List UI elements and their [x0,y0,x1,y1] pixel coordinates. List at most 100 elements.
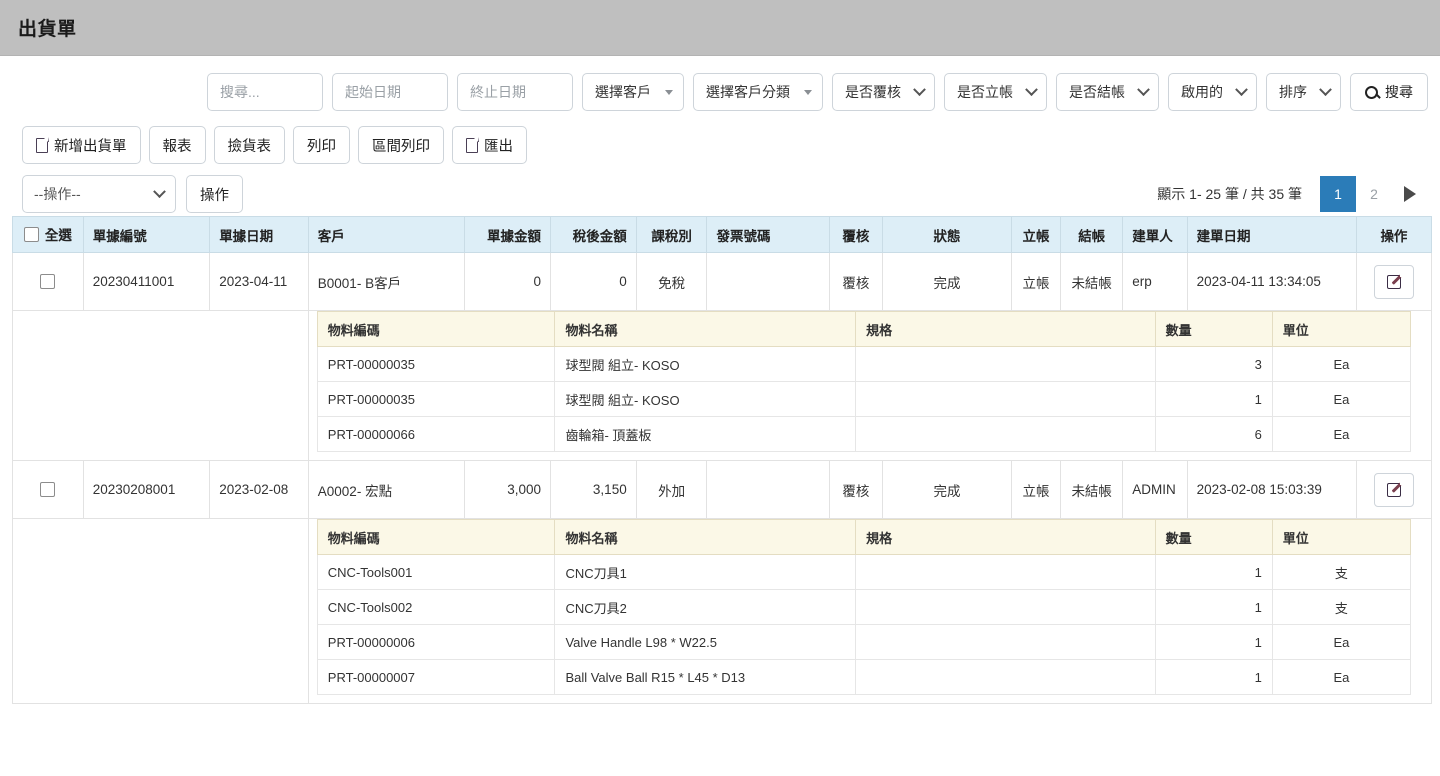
col-status[interactable]: 狀態 [883,217,1012,253]
detail-cell-material-name: CNC刀具2 [555,590,856,625]
cell-doc-date: 2023-02-08 [210,461,309,519]
detail-table-row: PRT-00000035球型閥 組立- KOSO3Ea [317,347,1410,382]
caret-down-icon [665,90,673,95]
detail-cell-material-code: CNC-Tools002 [317,590,555,625]
cell-settlement: 未結帳 [1061,461,1123,519]
detail-col-spec: 規格 [856,520,1156,555]
review-filter-label: 是否覆核 [845,82,901,102]
detail-cell-quantity: 3 [1155,347,1272,382]
table-header-row: 全選 單據編號 單據日期 客戶 單據金額 稅後金額 課稅別 發票號碼 覆核 狀態… [13,217,1432,253]
detail-cell-material-name: CNC刀具1 [555,555,856,590]
cell-status: 完成 [883,253,1012,311]
table-row[interactable]: 202302080012023-02-08A0002- 宏點3,0003,150… [13,461,1432,519]
cell-after-tax-amount: 3,150 [550,461,636,519]
cell-doc-no[interactable]: 20230411001 [83,253,209,311]
detail-col-quantity: 數量 [1155,520,1272,555]
row-select-checkbox[interactable] [40,482,55,497]
col-invoice-no[interactable]: 發票號碼 [707,217,829,253]
print-button[interactable]: 列印 [293,126,350,164]
row-select-checkbox[interactable] [40,274,55,289]
detail-table-row: PRT-00000066齒輪箱- 頂蓋板6Ea [317,417,1410,452]
sort-select[interactable]: 排序 [1266,73,1341,111]
operation-button[interactable]: 操作 [186,175,243,213]
col-doc-date[interactable]: 單據日期 [210,217,309,253]
cell-doc-no[interactable]: 20230208001 [83,461,209,519]
edit-row-button[interactable] [1374,265,1414,299]
detail-table-row: PRT-00000006Valve Handle L98 * W22.51Ea [317,625,1410,660]
search-input[interactable]: 搜尋... [207,73,323,111]
export-label: 匯出 [484,135,513,156]
shipment-table: 全選 單據編號 單據日期 客戶 單據金額 稅後金額 課稅別 發票號碼 覆核 狀態… [12,216,1432,704]
pagination-page-1[interactable]: 1 [1320,176,1356,212]
end-date-placeholder: 終止日期 [470,82,526,102]
cell-ledger: 立帳 [1011,461,1060,519]
customer-select-label: 選擇客戶 [595,82,651,102]
chevron-down-icon [1235,83,1248,96]
col-doc-amount[interactable]: 單據金額 [465,217,551,253]
export-button[interactable]: 匯出 [452,126,527,164]
customer-category-select[interactable]: 選擇客戶分類 [693,73,823,111]
detail-cell-spec [856,625,1156,660]
detail-cell-unit: Ea [1272,660,1410,695]
caret-down-icon [804,90,812,95]
detail-table-row: PRT-00000035球型閥 組立- KOSO1Ea [317,382,1410,417]
detail-col-material-name: 物料名稱 [555,520,856,555]
page-titlebar: 出貨單 [0,0,1440,56]
cell-invoice-no [707,253,829,311]
pagination-page-2[interactable]: 2 [1356,176,1392,212]
shipment-table-head: 全選 單據編號 單據日期 客戶 單據金額 稅後金額 課稅別 發票號碼 覆核 狀態… [13,217,1432,253]
document-icon [36,138,48,153]
detail-col-quantity: 數量 [1155,312,1272,347]
col-ledger[interactable]: 立帳 [1011,217,1060,253]
start-date-input[interactable]: 起始日期 [332,73,448,111]
detail-cell-quantity: 1 [1155,382,1272,417]
start-date-placeholder: 起始日期 [345,82,401,102]
new-shipment-button[interactable]: 新增出貨單 [22,126,141,164]
search-input-placeholder: 搜尋... [220,82,260,102]
col-settlement[interactable]: 結帳 [1061,217,1123,253]
col-create-date[interactable]: 建單日期 [1187,217,1356,253]
operation-select[interactable]: --操作-- [22,175,176,213]
picking-list-button[interactable]: 撿貨表 [214,126,286,164]
settlement-filter-select[interactable]: 是否結帳 [1056,73,1159,111]
col-creator[interactable]: 建單人 [1123,217,1187,253]
table-row[interactable]: 202304110012023-04-11B0001- B客戶00免稅覆核完成立… [13,253,1432,311]
cell-creator: erp [1123,253,1187,311]
col-select-all-label: 全選 [45,224,72,244]
range-print-label: 區間列印 [372,135,430,156]
detail-cell-spec [856,555,1156,590]
col-review[interactable]: 覆核 [829,217,883,253]
col-tax-type[interactable]: 課稅別 [636,217,707,253]
detail-cell-spec [856,660,1156,695]
detail-cell-quantity: 1 [1155,660,1272,695]
cell-status: 完成 [883,461,1012,519]
cell-creator: ADMIN [1123,461,1187,519]
ledger-filter-select[interactable]: 是否立帳 [944,73,1047,111]
col-after-tax-amount[interactable]: 稅後金額 [550,217,636,253]
enabled-filter-select[interactable]: 啟用的 [1168,73,1257,111]
pagination-next-button[interactable] [1392,176,1428,212]
shipment-table-container: 全選 單據編號 單據日期 客戶 單據金額 稅後金額 課稅別 發票號碼 覆核 狀態… [0,216,1440,704]
customer-select[interactable]: 選擇客戶 [582,73,684,111]
report-label: 報表 [163,135,192,156]
range-print-button[interactable]: 區間列印 [358,126,444,164]
operation-button-label: 操作 [200,184,229,205]
sort-select-label: 排序 [1279,82,1307,102]
search-button[interactable]: 搜尋 [1350,73,1428,111]
next-arrow-icon [1404,186,1416,202]
select-all-checkbox[interactable] [24,227,39,242]
detail-row: 物料編碼物料名稱規格數量單位PRT-00000035球型閥 組立- KOSO3E… [13,311,1432,461]
detail-table: 物料編碼物料名稱規格數量單位CNC-Tools001CNC刀具11支CNC-To… [317,519,1411,695]
detail-cell-material-code: PRT-00000035 [317,347,555,382]
col-doc-no[interactable]: 單據編號 [83,217,209,253]
edit-row-button[interactable] [1374,473,1414,507]
detail-cell-unit: Ea [1272,382,1410,417]
detail-spacer-cell [13,311,309,461]
report-button[interactable]: 報表 [149,126,206,164]
detail-col-spec: 規格 [856,312,1156,347]
detail-cell: 物料編碼物料名稱規格數量單位PRT-00000035球型閥 組立- KOSO3E… [308,311,1431,461]
end-date-input[interactable]: 終止日期 [457,73,573,111]
review-filter-select[interactable]: 是否覆核 [832,73,935,111]
pagination: 顯示 1- 25 筆 / 共 35 筆 1 2 [1157,176,1428,212]
col-customer[interactable]: 客戶 [308,217,464,253]
